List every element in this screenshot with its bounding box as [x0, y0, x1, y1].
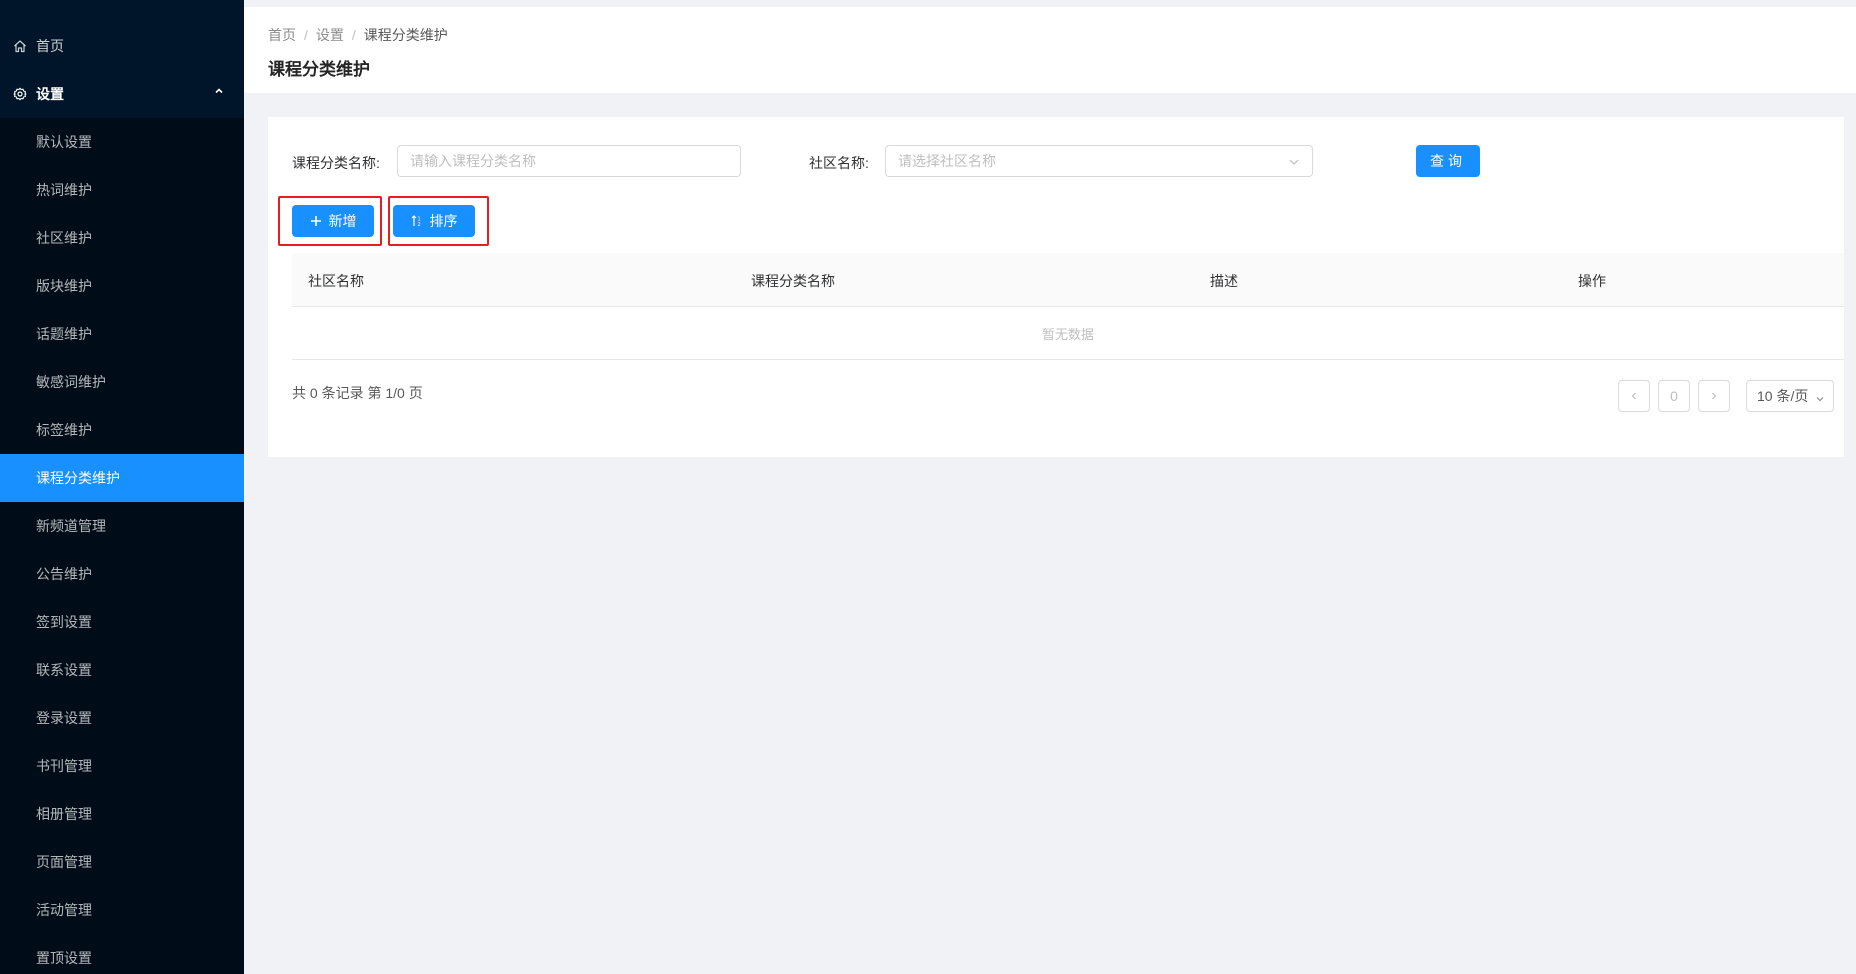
sort-button-label: 排序: [429, 213, 458, 229]
sidebar-subitem[interactable]: 登录设置: [0, 694, 244, 742]
sidebar-subitem-label: 敏感词维护: [36, 374, 106, 390]
breadcrumb-current: 课程分类维护: [363, 27, 448, 43]
category-name-input-wrapper: [397, 145, 741, 177]
chevron-down-icon: [1815, 391, 1825, 407]
category-name-label: 课程分类名称:: [292, 155, 380, 171]
sidebar-subitem[interactable]: 社区维护: [0, 214, 244, 262]
sidebar-subitem[interactable]: 话题维护: [0, 310, 244, 358]
prev-page-button[interactable]: [1618, 380, 1650, 412]
sidebar-subitem-label: 社区维护: [36, 230, 92, 246]
breadcrumb-settings[interactable]: 设置: [316, 25, 344, 45]
column-header-community: 社区名称: [308, 273, 364, 289]
content-card: 课程分类名称: 社区名称: 请选择社区名称 查询 新增 12 排序 社区名称 课…: [268, 117, 1844, 457]
chevron-right-icon: [1712, 392, 1717, 400]
breadcrumb: 首页 / 设置 / 课程分类维护: [268, 25, 448, 45]
sidebar-item-label: 首页: [36, 38, 64, 54]
query-button[interactable]: 查询: [1416, 145, 1480, 177]
sidebar-subitem[interactable]: 活动管理: [0, 886, 244, 934]
sidebar-subitem-label: 默认设置: [36, 134, 92, 150]
page-header: 首页 / 设置 / 课程分类维护 课程分类维护: [244, 0, 1856, 93]
sidebar-subitem[interactable]: 版块维护: [0, 262, 244, 310]
sidebar-subitem-label: 联系设置: [36, 662, 92, 678]
sidebar-subitem-label: 活动管理: [36, 902, 92, 918]
gear-icon: [12, 86, 28, 102]
sidebar-subitem[interactable]: 联系设置: [0, 646, 244, 694]
sidebar-subitem[interactable]: 相册管理: [0, 790, 244, 838]
sidebar-subitem[interactable]: 默认设置: [0, 118, 244, 166]
pagination-total: 共 0 条记录 第 1/0 页: [292, 385, 423, 401]
sidebar-subitem[interactable]: 热词维护: [0, 166, 244, 214]
breadcrumb-home[interactable]: 首页: [268, 25, 296, 45]
sidebar-subitem[interactable]: 书刊管理: [0, 742, 244, 790]
sidebar-item-label: 设置: [36, 86, 64, 102]
add-button[interactable]: 新增: [292, 205, 374, 237]
sidebar-subitem-label: 签到设置: [36, 614, 92, 630]
community-select[interactable]: 请选择社区名称: [885, 145, 1313, 177]
sidebar-subitem-label: 热词维护: [36, 182, 92, 198]
sort-button[interactable]: 12 排序: [393, 205, 475, 237]
sort-icon: 12: [411, 215, 423, 227]
sidebar-subitem-label: 新频道管理: [36, 518, 106, 534]
sidebar-subitem-label: 版块维护: [36, 278, 92, 294]
breadcrumb-separator: /: [351, 27, 356, 43]
add-button-label: 新增: [328, 213, 357, 229]
sidebar-subitem-label: 置顶设置: [36, 950, 92, 966]
sidebar-subitem[interactable]: 标签维护: [0, 406, 244, 454]
svg-text:2: 2: [417, 222, 420, 227]
sidebar-subitem-label: 公告维护: [36, 566, 92, 582]
current-page[interactable]: 0: [1658, 380, 1690, 412]
category-name-input[interactable]: [410, 153, 740, 169]
sidebar: 首页 设置 默认设置热词维护社区维护版块维护话题维护敏感词维护标签维护课程分类维…: [0, 0, 244, 974]
chevron-up-icon[interactable]: [212, 84, 226, 98]
sidebar-subitem-label: 相册管理: [36, 806, 92, 822]
sidebar-subitem[interactable]: 课程分类维护: [0, 454, 244, 502]
page-size-value: 10 条/页: [1757, 388, 1809, 404]
sidebar-subitem[interactable]: 置顶设置: [0, 934, 244, 974]
sidebar-subitem[interactable]: 敏感词维护: [0, 358, 244, 406]
sidebar-subitem-label: 话题维护: [36, 326, 92, 342]
sidebar-subitem-label: 页面管理: [36, 854, 92, 870]
empty-text: 暂无数据: [1041, 326, 1094, 342]
community-select-placeholder: 请选择社区名称: [898, 153, 996, 169]
breadcrumb-separator: /: [304, 27, 308, 43]
page-title: 课程分类维护: [268, 60, 370, 79]
sidebar-subitem-label: 标签维护: [36, 422, 92, 438]
table-header: 社区名称 课程分类名称 描述 操作: [292, 253, 1844, 307]
chevron-down-icon: [1288, 155, 1300, 167]
column-header-description: 描述: [1210, 273, 1238, 289]
sidebar-subitem[interactable]: 新频道管理: [0, 502, 244, 550]
column-header-category: 课程分类名称: [751, 273, 835, 289]
column-header-actions: 操作: [1578, 273, 1606, 289]
home-icon: [12, 38, 28, 54]
sidebar-subitem-label: 课程分类维护: [36, 470, 120, 486]
sidebar-item-home[interactable]: 首页: [0, 22, 244, 70]
sidebar-subitem[interactable]: 签到设置: [0, 598, 244, 646]
sidebar-subitem-label: 书刊管理: [36, 758, 92, 774]
sidebar-item-settings[interactable]: 设置: [0, 70, 244, 118]
community-name-label: 社区名称:: [809, 155, 869, 171]
sidebar-subitem-label: 登录设置: [36, 710, 92, 726]
plus-icon: [310, 215, 322, 227]
sidebar-subitem[interactable]: 公告维护: [0, 550, 244, 598]
chevron-left-icon: [1631, 392, 1636, 400]
sidebar-subitem[interactable]: 页面管理: [0, 838, 244, 886]
settings-submenu: 默认设置热词维护社区维护版块维护话题维护敏感词维护标签维护课程分类维护 新频道管理…: [0, 118, 244, 974]
next-page-button[interactable]: [1698, 380, 1730, 412]
page-size-select[interactable]: 10 条/页: [1746, 380, 1834, 412]
table-empty-state: 暂无数据: [292, 307, 1844, 360]
